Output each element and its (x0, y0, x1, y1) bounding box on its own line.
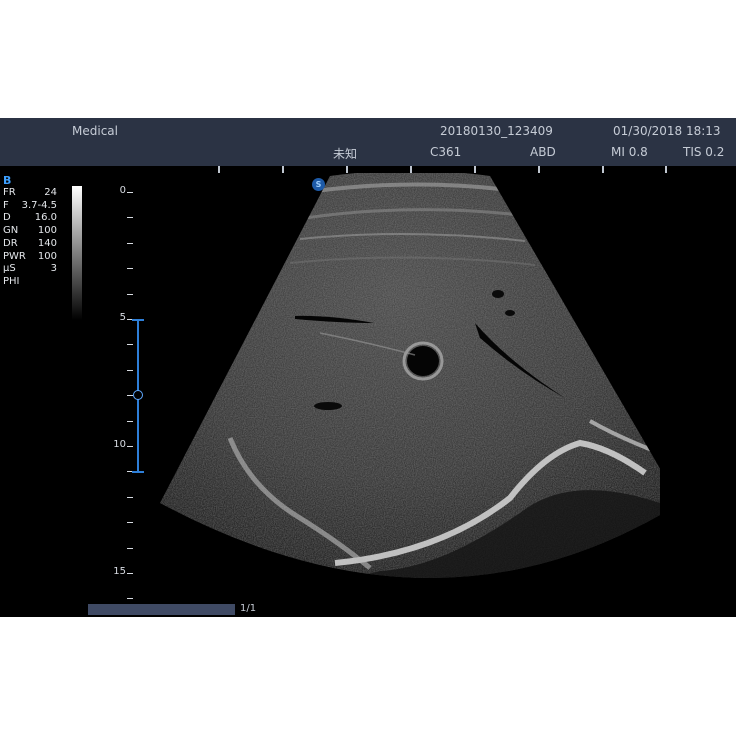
param-label: FR (3, 187, 16, 198)
depth-tick (127, 446, 133, 447)
depth-tick (127, 598, 133, 600)
lateral-tick (346, 166, 348, 173)
param-value: 100 (37, 225, 57, 237)
lateral-tick (474, 166, 476, 173)
param-row: PWR 100 (3, 251, 57, 264)
patient-name: 未知 (333, 147, 358, 161)
scan-sector (160, 173, 660, 578)
ultrasound-screen: Medical 20180130_123409 01/30/2018 18:13… (0, 118, 736, 617)
depth-tick (127, 242, 133, 244)
cine-progress-bar[interactable] (88, 604, 235, 615)
param-label: F (3, 199, 9, 211)
probe-name: C361 (430, 145, 462, 159)
orientation-marker: S (312, 178, 325, 191)
param-row: F 3.7-4.5 (3, 200, 57, 213)
param-value: 100 (37, 250, 57, 262)
depth-tick (127, 522, 133, 524)
depth-tick (127, 293, 133, 295)
exam-datetime: 01/30/2018 18:13 (613, 124, 721, 138)
depth-tick (127, 268, 133, 270)
study-id: 20180130_123409 (440, 124, 553, 138)
param-label: PWR (3, 250, 26, 262)
param-row: DR 140 (3, 238, 57, 251)
depth-tick (127, 496, 133, 498)
lateral-tick (665, 166, 667, 173)
depth-tick (127, 369, 133, 371)
thermal-index: TIS 0.2 (683, 145, 725, 159)
param-row: PHI (3, 276, 57, 289)
param-value: 3 (50, 263, 57, 275)
exam-preset: ABD (530, 145, 556, 159)
param-label: GN (3, 225, 19, 237)
imaging-parameters-panel: B FR 24 F 3.7-4.5 D 16.0 GN 100 DR 140 PWR 100 μS 3 PH… (3, 175, 57, 289)
grayscale-bar (72, 186, 82, 320)
param-row: D 16.0 (3, 212, 57, 225)
depth-tick (127, 217, 133, 219)
lateral-tick (410, 166, 412, 173)
lateral-tick (218, 166, 220, 173)
mode-label: B (3, 174, 12, 187)
param-row: FR 24 (3, 187, 57, 200)
mechanical-index: MI 0.8 (611, 145, 648, 159)
param-label: D (3, 212, 11, 224)
param-value: 140 (37, 237, 57, 249)
param-label: μS (3, 263, 16, 275)
lateral-tick (538, 166, 540, 173)
depth-tick (127, 547, 133, 549)
depth-label: 15 (113, 566, 126, 577)
lateral-tick (282, 166, 284, 173)
param-row: GN 100 (3, 225, 57, 238)
lateral-tick (602, 166, 604, 173)
param-label: DR (3, 237, 18, 249)
depth-tick (127, 420, 133, 422)
depth-label: 5 (119, 312, 126, 323)
header-bar: Medical 20180130_123409 01/30/2018 18:13… (0, 118, 736, 166)
ultrasound-image (160, 173, 660, 578)
cine-frame-counter: 1/1 (240, 603, 257, 614)
param-value: 24 (44, 187, 57, 198)
depth-label: 0 (119, 185, 126, 196)
param-value: 3.7-4.5 (21, 199, 57, 211)
param-value: 16.0 (34, 212, 57, 224)
depth-tick (127, 344, 133, 346)
app-name: Medical (72, 124, 118, 138)
param-label: PHI (3, 275, 20, 287)
depth-tick (127, 573, 133, 574)
param-row: μS 3 (3, 263, 57, 276)
depth-tick (127, 192, 133, 193)
depth-label: 10 (113, 439, 126, 450)
